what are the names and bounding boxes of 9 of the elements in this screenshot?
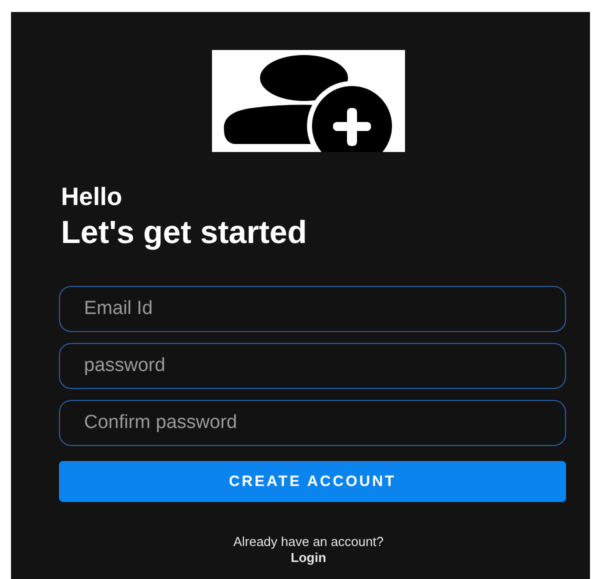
login-link[interactable]: Login	[290, 550, 326, 566]
input-field[interactable]: password	[59, 343, 566, 389]
input-field[interactable]: Confirm password	[59, 400, 566, 446]
greeting-text: Hello	[61, 182, 124, 212]
login-prompt-text: Already have an account?	[233, 534, 384, 550]
create-account-button[interactable]: CREATE ACCOUNT	[59, 461, 566, 502]
add-user-icon	[212, 50, 405, 152]
heading-text: Let's get started	[61, 213, 308, 252]
input-field[interactable]: Email Id	[59, 286, 566, 332]
